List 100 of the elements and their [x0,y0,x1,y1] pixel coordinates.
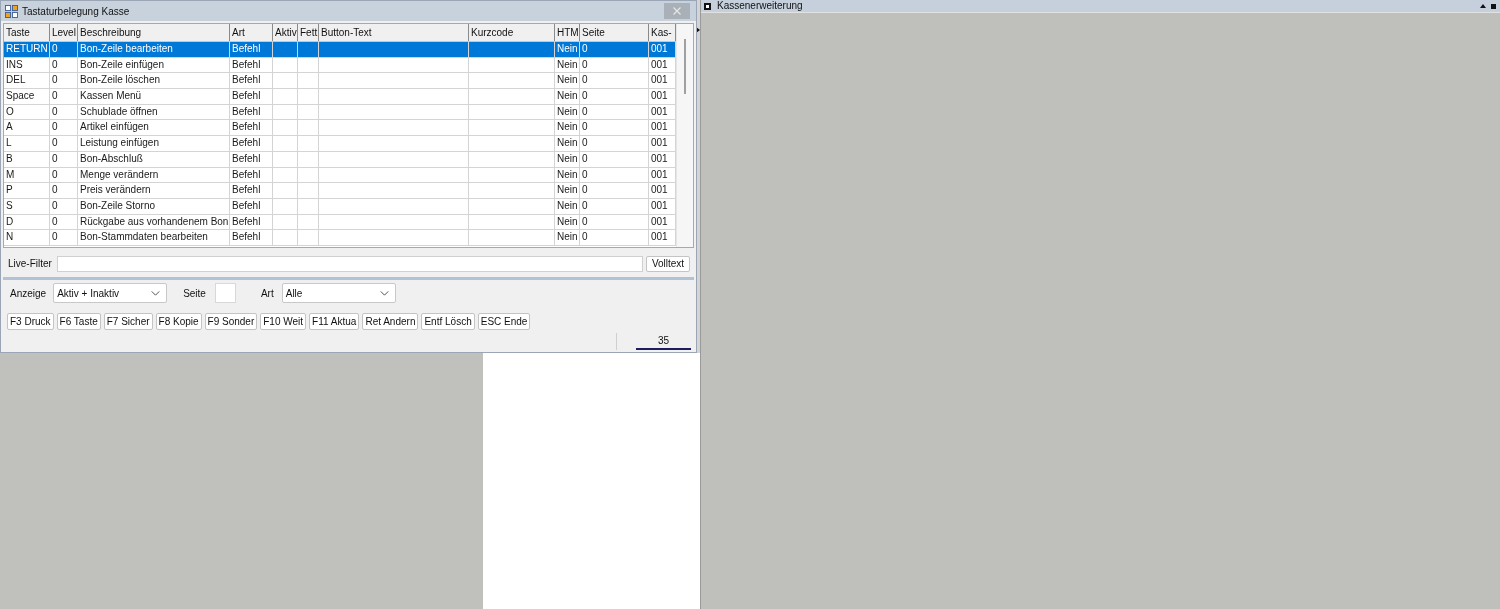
table-cell-text: M [6,167,15,182]
splitter-arrow-icon[interactable] [697,27,700,33]
table-cell: Leistung einfügen [80,136,159,151]
column-header[interactable]: Seite [580,24,649,41]
table-cell-text: 0 [582,198,588,213]
function-key-button[interactable]: Entf Lösch [421,313,475,330]
fulltext-button[interactable]: Volltext [646,255,690,272]
table-cell-text: Befehl [232,214,261,229]
column-header[interactable]: Kurzcode [469,24,555,41]
table-cell-text: 0 [52,120,58,135]
table-cell: 0 [582,89,588,104]
table-cell-text: Befehl [232,167,261,182]
table-cell-text: Bon-Zeile löschen [80,73,161,88]
column-header[interactable]: Fett [298,24,319,41]
column-header[interactable]: Aktiv [273,24,298,41]
table-cell-text: 001 [651,42,668,56]
table-cell: Nein [557,136,578,151]
close-button[interactable] [664,3,690,19]
table-cell-text: 0 [582,120,588,135]
function-key-button[interactable]: F3 Druck [7,313,54,330]
column-header[interactable]: Level [50,24,78,41]
table-cell-text: Nein [557,42,578,56]
table-cell-text: Befehl [232,151,261,166]
table-row[interactable]: L 0 Leistung einfügen Befehl Nein 0 001 [4,136,676,152]
table-cell-text: Befehl [232,198,261,213]
table-row[interactable]: DEL 0 Bon-Zeile löschen Befehl Nein 0 001 [4,73,676,90]
table-cell-text: Nein [557,198,578,213]
table-cell-text: 0 [582,73,588,88]
function-key-button[interactable]: ESC Ende [477,313,531,330]
table-cell-text: 001 [651,167,668,182]
column-header[interactable]: HTM [555,24,580,41]
table-row[interactable]: N 0 Bon-Stammdaten bearbeiten Befehl Nein 0 001 [4,230,676,246]
table-cell-text: Befehl [232,42,261,56]
table-cell: 001 [651,183,668,198]
table-cell-text: Nein [557,57,578,72]
page-input[interactable] [214,283,236,303]
table-cell-text: O [6,104,14,119]
table-cell-text: RETURN [6,42,48,56]
table-cell: P [6,183,13,198]
table-cell: 0 [582,230,588,245]
table-row[interactable]: P 0 Preis verändern Befehl Nein 0 001 [4,183,676,199]
triangle-up-icon[interactable] [1480,4,1486,8]
type-select[interactable]: Alle [281,283,396,303]
maximize-icon[interactable] [1491,3,1496,9]
table-row[interactable]: D 0 Rückgabe aus vorhandenem Bon Befehl Nein 0 001 [4,214,676,231]
table-row[interactable]: O 0 Schublade öffnen Befehl Nein 0 001 [4,104,676,121]
table-cell-text: 0 [582,57,588,72]
function-key-button[interactable]: F7 Sicher [103,313,153,330]
table-cell-text: 0 [582,42,588,56]
table-cell-text: Bon-Zeile Storno [80,198,156,213]
table-cell-text: Schublade öffnen [80,104,158,119]
scrollbar[interactable] [676,24,693,247]
filter-input[interactable] [56,255,643,272]
function-key-button[interactable]: F9 Sonder [204,313,258,330]
table-cell: Kassen Menü [80,89,142,104]
table-row[interactable]: Space 0 Kassen Menü Befehl Nein 0 001 [4,89,676,105]
column-header[interactable]: Art [230,24,273,41]
table-cell-text: S [6,198,13,213]
function-key-button[interactable]: Ret Andern [362,313,419,330]
column-header[interactable]: Beschreibung [78,24,230,41]
table-row[interactable]: B 0 Bon-Abschluß Befehl Nein 0 001 [4,151,676,168]
table-cell-text: 0 [52,73,58,88]
column-header[interactable]: Button-Text [319,24,469,41]
table-cell-text: Bon-Zeile bearbeiten [80,42,173,56]
table-cell-text: Menge verändern [80,167,159,182]
table-cell-text: INS [6,57,23,72]
table-cell: 0 [52,136,58,151]
table-cell: Nein [557,230,578,245]
scrollbar-thumb[interactable] [684,39,686,94]
function-key-button[interactable]: F10 Weit [260,313,307,330]
display-select[interactable]: Aktiv + Inaktiv [53,283,168,303]
function-key-button[interactable]: F6 Taste [56,313,101,330]
table-row[interactable]: M 0 Menge verändern Befehl Nein 0 001 [4,167,676,184]
column-header[interactable]: Taste [4,24,50,41]
table-cell: N [6,230,14,245]
table-cell-text: Nein [557,167,578,182]
table-cell: 001 [651,89,668,104]
function-key-button[interactable]: F8 Kopie [155,313,202,330]
table-row[interactable]: S 0 Bon-Zeile Storno Befehl Nein 0 001 [4,198,676,215]
panel-title: Kassenerweiterung [717,0,803,12]
table-cell-text: 001 [651,73,668,88]
table-cell-text: 001 [651,151,668,166]
table-cell-text: 0 [52,214,58,229]
table-cell-text: Nein [557,120,578,135]
table-cell-text: Nein [557,214,578,229]
table-row[interactable]: INS 0 Bon-Zeile einfügen Befehl Nein 0 001 [4,57,676,74]
chevron-down-icon [151,290,161,296]
function-key-button[interactable]: F11 Aktua [309,313,360,330]
table-cell: 0 [52,183,58,198]
window-title: Tastaturbelegung Kasse [22,5,130,17]
table-cell-text: 001 [651,198,668,213]
table-cell: Befehl [232,183,261,198]
table-cell: Space [6,89,35,104]
table-cell-text: 0 [582,151,588,166]
table-cell: 001 [651,230,668,245]
table-row[interactable]: RETURN 0 Bon-Zeile bearbeiten Befehl Nein 0 001 [4,42,676,58]
square-icon [704,2,711,10]
table-cell-text: Nein [557,151,578,166]
table-cell-text: B [6,151,13,166]
table-row[interactable]: A 0 Artikel einfügen Befehl Nein 0 001 [4,120,676,137]
